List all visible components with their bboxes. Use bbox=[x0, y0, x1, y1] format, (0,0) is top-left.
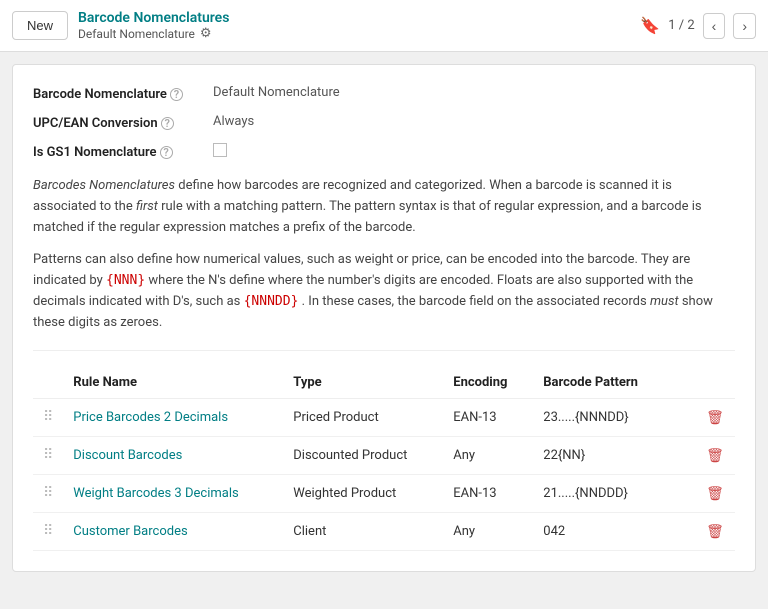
rule-name-cell: Weight Barcodes 3 Decimals bbox=[63, 474, 283, 512]
rule-name-cell: Discount Barcodes bbox=[63, 436, 283, 474]
rule-name-link[interactable]: Customer Barcodes bbox=[73, 524, 187, 539]
form-section: Barcode Nomenclature ? Default Nomenclat… bbox=[33, 85, 735, 160]
col-encoding-header: Encoding bbox=[443, 367, 533, 399]
table-row: ⠿ Price Barcodes 2 Decimals Priced Produ… bbox=[33, 398, 735, 436]
code-nnn: {NNN} bbox=[106, 273, 145, 288]
rule-delete-cell: 🗑 bbox=[695, 436, 735, 474]
rule-encoding-cell: Any bbox=[443, 436, 533, 474]
col-drag-header bbox=[33, 367, 63, 399]
rule-type-cell: Weighted Product bbox=[283, 474, 443, 512]
top-bar: New Barcode Nomenclatures Default Nomenc… bbox=[0, 0, 768, 52]
description-section: Barcodes Nomenclatures define how barcod… bbox=[33, 176, 735, 334]
col-action-header bbox=[695, 367, 735, 399]
rule-pattern-cell: 042 bbox=[533, 512, 695, 550]
barcode-nomenclature-help-icon[interactable]: ? bbox=[170, 88, 183, 101]
rule-name-link[interactable]: Price Barcodes 2 Decimals bbox=[73, 410, 228, 425]
rule-type-cell: Discounted Product bbox=[283, 436, 443, 474]
rule-name-cell: Price Barcodes 2 Decimals bbox=[63, 398, 283, 436]
table-row: ⠿ Discount Barcodes Discounted Product A… bbox=[33, 436, 735, 474]
drag-handle-cell: ⠿ bbox=[33, 398, 63, 436]
delete-button[interactable]: 🗑 bbox=[706, 523, 724, 540]
rules-table: Rule Name Type Encoding Barcode Pattern … bbox=[33, 367, 735, 551]
barcode-nomenclature-label: Barcode Nomenclature ? bbox=[33, 85, 213, 102]
next-button[interactable]: › bbox=[733, 13, 756, 39]
delete-button[interactable]: 🗑 bbox=[706, 409, 724, 426]
rule-type-cell: Priced Product bbox=[283, 398, 443, 436]
rule-delete-cell: 🗑 bbox=[695, 398, 735, 436]
description-para1: Barcodes Nomenclatures define how barcod… bbox=[33, 176, 735, 238]
is-gs1-checkbox[interactable] bbox=[213, 143, 227, 157]
col-name-header: Rule Name bbox=[63, 367, 283, 399]
barcode-nomenclature-row: Barcode Nomenclature ? Default Nomenclat… bbox=[33, 85, 735, 102]
divider bbox=[33, 350, 735, 351]
barcode-nomenclature-value: Default Nomenclature bbox=[213, 85, 340, 100]
rule-type-cell: Client bbox=[283, 512, 443, 550]
drag-handle-icon[interactable]: ⠿ bbox=[43, 409, 53, 425]
col-type-header: Type bbox=[283, 367, 443, 399]
table-row: ⠿ Weight Barcodes 3 Decimals Weighted Pr… bbox=[33, 474, 735, 512]
rule-encoding-cell: EAN-13 bbox=[443, 398, 533, 436]
rule-name-link[interactable]: Weight Barcodes 3 Decimals bbox=[73, 486, 238, 501]
delete-button[interactable]: 🗑 bbox=[706, 485, 724, 502]
rule-encoding-cell: EAN-13 bbox=[443, 474, 533, 512]
breadcrumb-sub-label: Default Nomenclature bbox=[78, 27, 195, 41]
gear-icon[interactable]: ⚙ bbox=[200, 26, 212, 41]
main-content: Barcode Nomenclature ? Default Nomenclat… bbox=[12, 64, 756, 572]
rule-delete-cell: 🗑 bbox=[695, 474, 735, 512]
code-nnndd: {NNNDD} bbox=[244, 294, 299, 309]
para1-italic-start: Barcodes Nomenclatures bbox=[33, 178, 175, 193]
table-row: ⠿ Customer Barcodes Client Any 042 🗑 bbox=[33, 512, 735, 550]
drag-handle-icon[interactable]: ⠿ bbox=[43, 447, 53, 463]
col-pattern-header: Barcode Pattern bbox=[533, 367, 695, 399]
is-gs1-help-icon[interactable]: ? bbox=[160, 146, 173, 159]
drag-handle-cell: ⠿ bbox=[33, 436, 63, 474]
rule-name-link[interactable]: Discount Barcodes bbox=[73, 448, 182, 463]
upc-ean-row: UPC/EAN Conversion ? Always bbox=[33, 114, 735, 131]
is-gs1-row: Is GS1 Nomenclature ? bbox=[33, 143, 735, 160]
drag-handle-cell: ⠿ bbox=[33, 512, 63, 550]
drag-handle-cell: ⠿ bbox=[33, 474, 63, 512]
breadcrumb-main[interactable]: Barcode Nomenclatures bbox=[78, 10, 229, 26]
is-gs1-label: Is GS1 Nomenclature ? bbox=[33, 143, 213, 160]
rule-delete-cell: 🗑 bbox=[695, 512, 735, 550]
para2-italic-must: must bbox=[650, 294, 679, 309]
bookmark-icon[interactable]: 🔖 bbox=[640, 16, 660, 35]
rule-pattern-cell: 22{NN} bbox=[533, 436, 695, 474]
upc-ean-value: Always bbox=[213, 114, 254, 129]
prev-button[interactable]: ‹ bbox=[703, 13, 726, 39]
para1-italic-first: first bbox=[136, 199, 158, 214]
rule-pattern-cell: 21.....{NNDDD} bbox=[533, 474, 695, 512]
nav-count: 1 / 2 bbox=[668, 18, 694, 33]
new-button[interactable]: New bbox=[12, 11, 68, 40]
delete-button[interactable]: 🗑 bbox=[706, 447, 724, 464]
rule-encoding-cell: Any bbox=[443, 512, 533, 550]
upc-ean-help-icon[interactable]: ? bbox=[161, 117, 174, 130]
description-para2: Patterns can also define how numerical v… bbox=[33, 250, 735, 333]
table-header-row: Rule Name Type Encoding Barcode Pattern bbox=[33, 367, 735, 399]
rule-pattern-cell: 23.....{NNNDD} bbox=[533, 398, 695, 436]
rule-name-cell: Customer Barcodes bbox=[63, 512, 283, 550]
drag-handle-icon[interactable]: ⠿ bbox=[43, 485, 53, 501]
drag-handle-icon[interactable]: ⠿ bbox=[43, 523, 53, 539]
upc-ean-label: UPC/EAN Conversion ? bbox=[33, 114, 213, 131]
breadcrumb: Barcode Nomenclatures Default Nomenclatu… bbox=[78, 10, 229, 41]
